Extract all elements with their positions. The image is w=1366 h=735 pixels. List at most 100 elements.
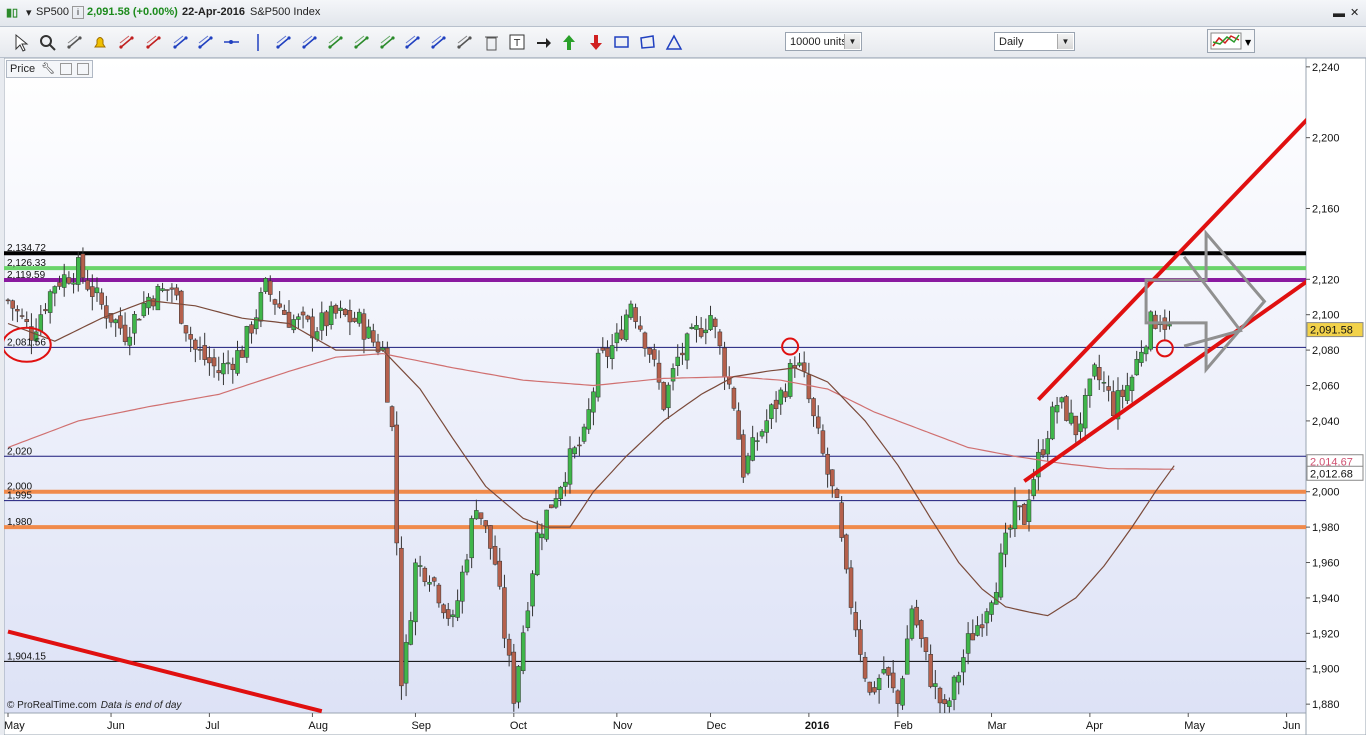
candle-body [965, 633, 971, 654]
candle-body [277, 303, 282, 308]
candle-body [867, 681, 873, 693]
candle-body [488, 525, 493, 549]
x-tick-label: Dec [707, 720, 727, 732]
y-tick-label: 1,900 [1312, 664, 1340, 676]
candle-body [989, 602, 994, 615]
candle-body [427, 582, 432, 585]
candle-body [862, 656, 868, 679]
time-axis [4, 712, 1307, 735]
candle-body [642, 332, 648, 349]
candle-body [183, 325, 189, 334]
x-tick-label: Sep [411, 720, 431, 732]
candle-body [815, 416, 821, 429]
candle-body [1106, 386, 1111, 391]
candle-body [492, 546, 498, 565]
indicators-button[interactable]: ▼ [1207, 29, 1255, 53]
candle-body [1120, 389, 1125, 397]
y-tick-label: 2,200 [1312, 133, 1340, 145]
horizontal-line-icon [224, 40, 239, 44]
candle-body [577, 444, 582, 447]
plot-area [4, 58, 1307, 714]
x-tick-label: May [1184, 720, 1205, 732]
chevron-down-icon[interactable]: ▼ [1057, 34, 1073, 49]
last-price: 2,091.58 (+0.00%) [87, 6, 178, 18]
close-icon[interactable]: ✕ [1350, 6, 1359, 19]
candle-body [591, 391, 596, 413]
polygon-icon [640, 35, 655, 49]
candle-body [19, 315, 25, 317]
candle-body [66, 277, 72, 284]
pane-settings-icon[interactable] [60, 63, 73, 76]
candle-body [975, 625, 980, 636]
text-icon: T [509, 34, 525, 50]
candle-body [741, 434, 746, 478]
candle-body [581, 426, 587, 442]
candle-body [530, 573, 535, 607]
candle-body [783, 391, 788, 398]
candle-body [235, 350, 240, 374]
candle-body [1082, 395, 1088, 429]
candle-body [684, 333, 690, 361]
candle-body [1148, 311, 1154, 350]
level-label: 1,904.15 [7, 651, 46, 662]
candle-body [848, 567, 854, 608]
units-select[interactable]: 10000 units ▼ [785, 32, 862, 51]
candle-body [1022, 503, 1027, 525]
candle-body [99, 292, 104, 305]
candle-body [797, 362, 802, 366]
candle-body [338, 307, 343, 311]
info-icon[interactable]: i [72, 6, 84, 19]
candle-body [769, 404, 774, 419]
candle-body [844, 534, 849, 570]
candle-body [399, 547, 404, 687]
timeframe-select[interactable]: Daily ▼ [994, 32, 1075, 51]
candle-body [1125, 385, 1130, 401]
dropdown-arrow-icon[interactable]: ▾ [26, 6, 32, 19]
candle-body [1012, 500, 1018, 530]
candle-body [834, 489, 840, 498]
candles-icon: ▮▯ [6, 7, 19, 19]
chevron-down-icon[interactable]: ▼ [844, 34, 860, 49]
candle-body [221, 363, 226, 375]
candle-body [61, 274, 67, 288]
level-label: 2,081.56 [7, 337, 46, 348]
price-chart[interactable]: 2,134.72 2,126.332,119.59 2,081.56 2,020 2,0… [4, 58, 1366, 735]
candle-body [249, 324, 254, 334]
candle-body [633, 307, 638, 322]
candle-body [722, 347, 727, 378]
fib-retracement-icon [146, 35, 161, 49]
level-label: 1,980 [7, 517, 32, 528]
candle-body [942, 699, 947, 705]
pane-label: Price [10, 63, 36, 75]
candle-body [469, 518, 474, 559]
level-label: 2,119.59 [7, 270, 46, 281]
y-tick-label: 1,880 [1312, 699, 1340, 711]
candle-body [445, 609, 451, 619]
candle-body [136, 318, 142, 321]
level-label: 2,126.33 [7, 258, 46, 269]
trash-icon [485, 36, 498, 51]
x-tick-label: Feb [894, 720, 913, 732]
candle-body [534, 532, 540, 576]
andrews-pitchfork-icon [302, 35, 317, 49]
candle-body [979, 624, 985, 629]
candle-body [1026, 499, 1032, 522]
candle-body [605, 347, 610, 357]
candle-body [825, 453, 830, 475]
candle-body [450, 614, 456, 617]
candle-body [675, 356, 680, 366]
wrench-icon[interactable]: 🔧︎ [41, 63, 55, 75]
candle-body [361, 313, 367, 340]
pane-maximize-icon[interactable] [77, 63, 90, 76]
candle-body [174, 287, 179, 296]
candle-body [609, 345, 615, 360]
candle-body [923, 637, 929, 652]
level-label: 1,995 [7, 491, 32, 502]
minimize-icon[interactable]: ▬ [1333, 6, 1345, 20]
candle-body [1087, 378, 1093, 396]
candle-body [881, 669, 887, 674]
candle-body [141, 302, 147, 317]
candle-body [268, 280, 273, 295]
candle-body [113, 319, 118, 324]
candle-body [886, 667, 891, 676]
